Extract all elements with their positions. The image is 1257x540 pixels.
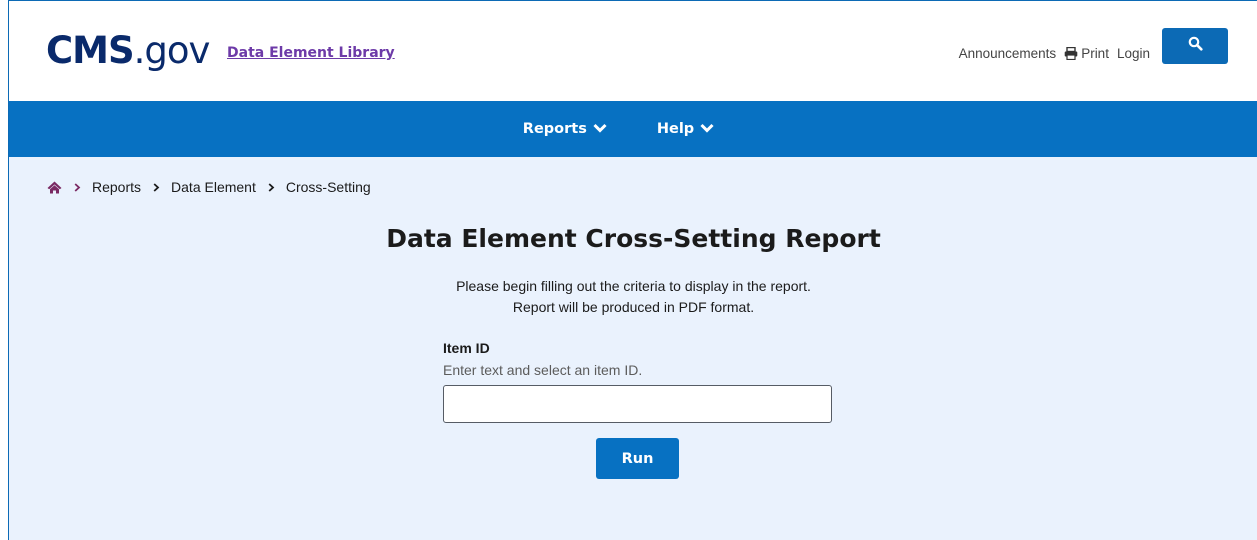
chevron-down-icon — [700, 121, 714, 137]
page-title: Data Element Cross-Setting Report — [386, 224, 881, 253]
home-icon[interactable] — [47, 181, 62, 194]
main-nav: Reports Help — [9, 101, 1257, 157]
data-element-library-link[interactable]: Data Element Library — [227, 45, 395, 61]
description-line-2: Report will be produced in PDF format. — [512, 299, 755, 315]
announcements-link[interactable]: Announcements — [959, 46, 1057, 61]
breadcrumb-separator-icon — [268, 182, 275, 192]
printer-icon — [1064, 46, 1078, 61]
nav-help-label: Help — [656, 121, 695, 137]
breadcrumb-cross-setting: Cross-Setting — [285, 179, 371, 195]
description-line-1: Please begin filling out the criteria to… — [456, 278, 811, 294]
site-header: CMS.gov Data Element Library Announcemen… — [9, 1, 1257, 101]
nav-help[interactable]: Help — [657, 121, 714, 137]
run-button[interactable]: Run — [596, 438, 679, 479]
breadcrumb-reports[interactable]: Reports — [92, 179, 141, 195]
utility-links: Announcements Print Login — [959, 46, 1150, 61]
breadcrumb-data-element[interactable]: Data Element — [171, 179, 256, 195]
breadcrumb-separator-icon — [153, 182, 160, 192]
item-id-label: Item ID — [443, 340, 490, 356]
search-icon — [1188, 36, 1203, 56]
print-link[interactable]: Print — [1064, 46, 1109, 61]
page-frame: CMS.gov Data Element Library Announcemen… — [8, 0, 1257, 540]
nav-reports[interactable]: Reports — [523, 121, 607, 137]
report-description: Please begin filling out the criteria to… — [9, 276, 1257, 318]
cms-logo[interactable]: CMS.gov — [46, 31, 210, 71]
item-id-hint: Enter text and select an item ID. — [443, 362, 643, 378]
breadcrumb-separator-icon — [74, 182, 81, 192]
chevron-down-icon — [593, 121, 607, 137]
search-button[interactable] — [1162, 28, 1228, 64]
print-label: Print — [1081, 46, 1109, 61]
item-id-input[interactable] — [443, 385, 832, 423]
nav-reports-label: Reports — [522, 121, 587, 137]
breadcrumb: Reports Data Element Cross-Setting — [47, 179, 371, 195]
login-link[interactable]: Login — [1117, 46, 1150, 61]
